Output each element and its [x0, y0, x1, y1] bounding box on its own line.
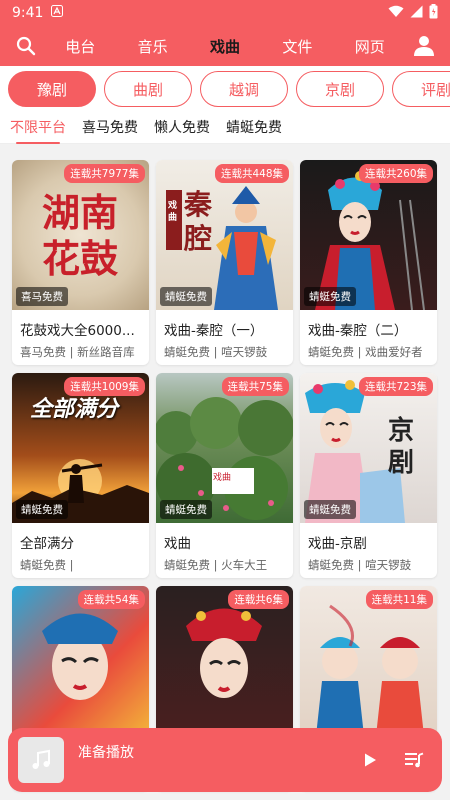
album-card[interactable]: 湖南花鼓 连载共7977集 喜马免费 花鼓戏大全6000... 喜马免费 | 新… [12, 160, 149, 365]
episode-badge: 连载共75集 [221, 377, 289, 396]
album-subtitle: 蜻蜓免费 | 火车大王 [164, 558, 268, 572]
album-title: 戏曲-秦腔（二） [308, 323, 408, 339]
platform-filter-row: 不限平台 喜马免费 懒人免费 蜻蜓免费 [0, 112, 450, 144]
album-card[interactable]: 戏曲 秦腔 连载共448集 蜻蜓免费 戏曲-秦腔（一） 蜻蜓免费 | 喧天锣鼓 [156, 160, 293, 365]
album-title: 戏曲-秦腔（一） [164, 323, 264, 339]
album-cover: 连载共6集 [156, 586, 293, 736]
album-cover: 京剧 连载共723集 蜻蜓免费 [300, 373, 437, 523]
album-subtitle: 蜻蜓免费 | 戏曲爱好者 [308, 345, 423, 359]
chip-quju[interactable]: 曲剧 [104, 71, 192, 107]
search-icon [16, 36, 36, 56]
episode-badge: 连载共260集 [358, 164, 433, 183]
album-title: 花鼓戏大全6000... [20, 323, 135, 339]
tab-opera[interactable]: 戏曲 [204, 32, 246, 61]
episode-badge: 连载共1009集 [64, 377, 145, 396]
player-title: 准备播放 [78, 745, 134, 761]
play-button[interactable] [352, 742, 388, 778]
album-card[interactable]: 京剧 连载共723集 蜻蜓免费 戏曲-京剧 蜻蜓免费 | 喧天锣鼓 [300, 373, 437, 578]
album-card[interactable]: 连载共260集 蜻蜓免费 戏曲-秦腔（二） 蜻蜓免费 | 戏曲爱好者 [300, 160, 437, 365]
account-button[interactable] [406, 28, 442, 64]
album-cover: 戏曲 秦腔 连载共448集 蜻蜓免费 [156, 160, 293, 310]
platform-qingting[interactable]: 蜻蜓免费 [226, 117, 282, 139]
source-badge: 蜻蜓免费 [304, 500, 356, 519]
genre-chip-row: 豫剧 曲剧 越调 京剧 评剧 [0, 66, 450, 112]
chip-yuediao[interactable]: 越调 [200, 71, 288, 107]
album-cover: 连载共260集 蜻蜓免费 [300, 160, 437, 310]
tab-radio[interactable]: 电台 [59, 32, 101, 61]
chip-pingju[interactable]: 评剧 [392, 71, 450, 107]
mini-player[interactable]: 准备播放 [8, 728, 442, 792]
album-title: 戏曲 [164, 536, 191, 552]
source-badge: 蜻蜓免费 [304, 287, 356, 306]
status-bar: 9:41 [0, 0, 450, 26]
playlist-button[interactable] [396, 742, 432, 778]
album-subtitle: 蜻蜓免费 | 喧天锣鼓 [308, 558, 412, 572]
source-badge: 蜻蜓免费 [160, 500, 212, 519]
app-bar: 电台 音乐 戏曲 文件 网页 [0, 26, 450, 66]
cover-title-text: 京剧 [388, 416, 415, 478]
wifi-icon [388, 5, 404, 22]
album-subtitle: 喜马免费 | 新丝路音库 [20, 345, 135, 359]
episode-badge: 连载共723集 [358, 377, 433, 396]
album-title: 戏曲-京剧 [308, 536, 367, 552]
source-badge: 喜马免费 [16, 287, 68, 306]
chip-yuju[interactable]: 豫剧 [8, 71, 96, 107]
album-cover: 连载共11集 [300, 586, 437, 736]
platform-ximalaya[interactable]: 喜马免费 [82, 117, 138, 139]
cover-label-box: 戏曲 [212, 468, 254, 494]
episode-badge: 连载共11集 [365, 590, 433, 609]
episode-badge: 连载共6集 [228, 590, 289, 609]
episode-badge: 连载共7977集 [64, 164, 145, 183]
nav-tabs: 电台 音乐 戏曲 文件 网页 [44, 32, 406, 61]
signal-icon [410, 5, 423, 22]
platform-lanren[interactable]: 懒人免费 [154, 117, 210, 139]
album-cover: 湖南花鼓 连载共7977集 喜马免费 [12, 160, 149, 310]
tab-files[interactable]: 文件 [276, 32, 318, 61]
play-icon [365, 753, 376, 767]
album-card[interactable]: 戏曲 连载共75集 蜻蜓免费 戏曲 蜻蜓免费 | 火车大王 [156, 373, 293, 578]
tab-web[interactable]: 网页 [349, 32, 391, 61]
source-badge: 蜻蜓免费 [16, 500, 68, 519]
platform-all[interactable]: 不限平台 [10, 117, 66, 144]
album-title: 全部满分 [20, 536, 74, 552]
album-cover: 连载共54集 [12, 586, 149, 736]
album-grid: 湖南花鼓 连载共7977集 喜马免费 花鼓戏大全6000... 喜马免费 | 新… [12, 160, 438, 791]
album-cover: 全部满分 连载共1009集 蜻蜓免费 [12, 373, 149, 523]
notification-icon [51, 5, 64, 21]
search-button[interactable] [8, 28, 44, 64]
album-subtitle: 蜻蜓免费 | 喧天锣鼓 [164, 345, 268, 359]
playlist-icon [405, 752, 424, 768]
player-thumbnail [18, 737, 64, 783]
album-subtitle: 蜻蜓免费 | [20, 558, 74, 572]
tab-music[interactable]: 音乐 [132, 32, 174, 61]
chip-jingju[interactable]: 京剧 [296, 71, 384, 107]
status-time: 9:41 [12, 5, 44, 21]
episode-badge: 连载共54集 [77, 590, 145, 609]
battery-icon [429, 3, 438, 23]
album-card[interactable]: 全部满分 连载共1009集 蜻蜓免费 全部满分 蜻蜓免费 | [12, 373, 149, 578]
cover-title-text: 戏曲 [213, 473, 232, 483]
account-icon [414, 36, 434, 56]
album-cover: 戏曲 连载共75集 蜻蜓免费 [156, 373, 293, 523]
cover-title-text: 湖南花鼓 [41, 190, 118, 281]
music-note-icon [32, 749, 50, 769]
episode-badge: 连载共448集 [214, 164, 289, 183]
source-badge: 蜻蜓免费 [160, 287, 212, 306]
